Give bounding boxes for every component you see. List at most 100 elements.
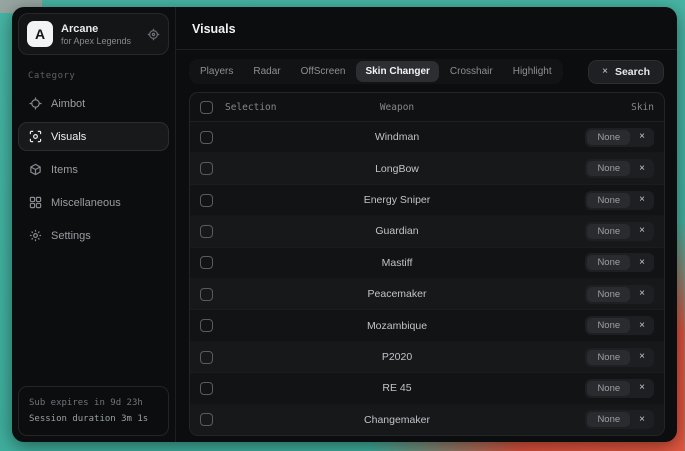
weapon-name: Mozambique [330, 320, 464, 332]
table-row: LongBow None × [190, 153, 664, 184]
table-row: Mozambique None × [190, 310, 664, 341]
cube-icon [29, 163, 42, 176]
subscription-info-card: Sub expires in 9d 23h Session duration 3… [18, 386, 169, 436]
select-all-checkbox[interactable] [200, 101, 213, 114]
row-checkbox[interactable] [200, 319, 213, 332]
row-checkbox[interactable] [200, 256, 213, 269]
weapon-name: Changemaker [330, 414, 464, 426]
clear-skin-icon[interactable]: × [639, 383, 645, 393]
skin-value: None [587, 318, 630, 333]
table-row: RE 45 None × [190, 373, 664, 404]
session-duration-text: Session duration 3m 1s [29, 411, 158, 427]
weapon-name: Peacemaker [330, 288, 464, 300]
skin-value: None [587, 161, 630, 176]
skin-select[interactable]: None × [585, 285, 654, 304]
sidebar-item-label: Visuals [51, 131, 86, 143]
table-row: Windman None × [190, 122, 664, 153]
table-row: P2020 None × [190, 342, 664, 373]
row-checkbox[interactable] [200, 382, 213, 395]
clear-skin-icon[interactable]: × [639, 132, 645, 142]
weapon-name: Energy Sniper [330, 194, 464, 206]
tab-players[interactable]: Players [191, 61, 242, 82]
row-checkbox[interactable] [200, 413, 213, 426]
skin-select[interactable]: None × [585, 316, 654, 335]
clear-skin-icon[interactable]: × [639, 164, 645, 174]
weapon-name: RE 45 [330, 382, 464, 394]
tab-bar: Players Radar OffScreen Skin Changer Cro… [189, 59, 563, 84]
app-name: Arcane [61, 23, 131, 35]
row-checkbox[interactable] [200, 131, 213, 144]
skin-value: None [587, 255, 630, 270]
weapon-name: LongBow [330, 163, 464, 175]
skin-select[interactable]: None × [585, 379, 654, 398]
row-checkbox[interactable] [200, 288, 213, 301]
table-row: Changemaker None × [190, 405, 664, 435]
sidebar-item-aimbot[interactable]: Aimbot [18, 89, 169, 118]
category-label: Category [28, 71, 169, 81]
clear-skin-icon[interactable]: × [639, 321, 645, 331]
weapon-name: P2020 [330, 351, 464, 363]
app-title-block: Arcane for Apex Legends [61, 23, 131, 46]
skin-value: None [587, 193, 630, 208]
tab-radar[interactable]: Radar [244, 61, 289, 82]
skin-select[interactable]: None × [585, 159, 654, 178]
crosshair-icon [29, 97, 42, 110]
skin-value: None [587, 412, 630, 427]
row-checkbox[interactable] [200, 225, 213, 238]
weapon-name: Guardian [330, 225, 464, 237]
skin-value: None [587, 287, 630, 302]
column-header-selection: Selection [225, 102, 276, 113]
gear-icon[interactable] [147, 28, 160, 41]
skin-value: None [587, 381, 630, 396]
clear-skin-icon[interactable]: × [639, 195, 645, 205]
row-checkbox[interactable] [200, 351, 213, 364]
gear-icon [29, 229, 42, 242]
app-header-card: A Arcane for Apex Legends [18, 13, 169, 55]
search-button[interactable]: × Search [588, 60, 664, 84]
sidebar-item-items[interactable]: Items [18, 155, 169, 184]
skin-select[interactable]: None × [585, 191, 654, 210]
tab-skin-changer[interactable]: Skin Changer [356, 61, 438, 82]
skin-select[interactable]: None× [585, 222, 654, 241]
weapon-name: Windman [330, 131, 464, 143]
toolbar: Players Radar OffScreen Skin Changer Cro… [176, 50, 677, 84]
clear-skin-icon[interactable]: × [639, 415, 645, 425]
sidebar-item-label: Items [51, 164, 78, 176]
skin-select[interactable]: None × [585, 128, 654, 147]
tab-highlight[interactable]: Highlight [504, 61, 561, 82]
sidebar-item-label: Settings [51, 230, 91, 242]
sidebar-item-label: Aimbot [51, 98, 85, 110]
skin-value: None [587, 350, 630, 365]
clear-skin-icon[interactable]: × [639, 352, 645, 362]
weapon-name: Mastiff [330, 257, 464, 269]
x-icon: × [602, 67, 608, 77]
grid-icon [29, 196, 42, 209]
table-row: Mastiff None × [190, 248, 664, 279]
sidebar-item-visuals[interactable]: Visuals [18, 122, 169, 151]
skin-value: None [587, 130, 630, 145]
skin-select[interactable]: None × [585, 348, 654, 367]
table-row: Guardian None× [190, 216, 664, 247]
row-checkbox[interactable] [200, 162, 213, 175]
app-subtitle: for Apex Legends [61, 36, 131, 46]
column-header-weapon: Weapon [330, 102, 464, 113]
app-logo: A [27, 21, 53, 47]
app-window: A Arcane for Apex Legends Category Aimbo… [12, 7, 677, 442]
row-checkbox[interactable] [200, 194, 213, 207]
clear-skin-icon[interactable]: × [639, 258, 645, 268]
column-header-skin: Skin [464, 102, 654, 113]
search-button-label: Search [615, 66, 650, 78]
tab-crosshair[interactable]: Crosshair [441, 61, 502, 82]
eye-scan-icon [29, 130, 42, 143]
sidebar-item-settings[interactable]: Settings [18, 221, 169, 250]
sidebar-item-label: Miscellaneous [51, 197, 121, 209]
clear-skin-icon[interactable]: × [639, 226, 645, 236]
sidebar-item-miscellaneous[interactable]: Miscellaneous [18, 188, 169, 217]
clear-skin-icon[interactable]: × [639, 289, 645, 299]
main-panel: Visuals Players Radar OffScreen Skin Cha… [176, 7, 677, 442]
tab-offscreen[interactable]: OffScreen [292, 61, 355, 82]
skin-select[interactable]: None × [585, 410, 654, 429]
sub-expires-text: Sub expires in 9d 23h [29, 395, 158, 411]
skin-changer-table: Selection Weapon Skin Windman None × Long… [189, 92, 665, 436]
skin-select[interactable]: None × [585, 253, 654, 272]
